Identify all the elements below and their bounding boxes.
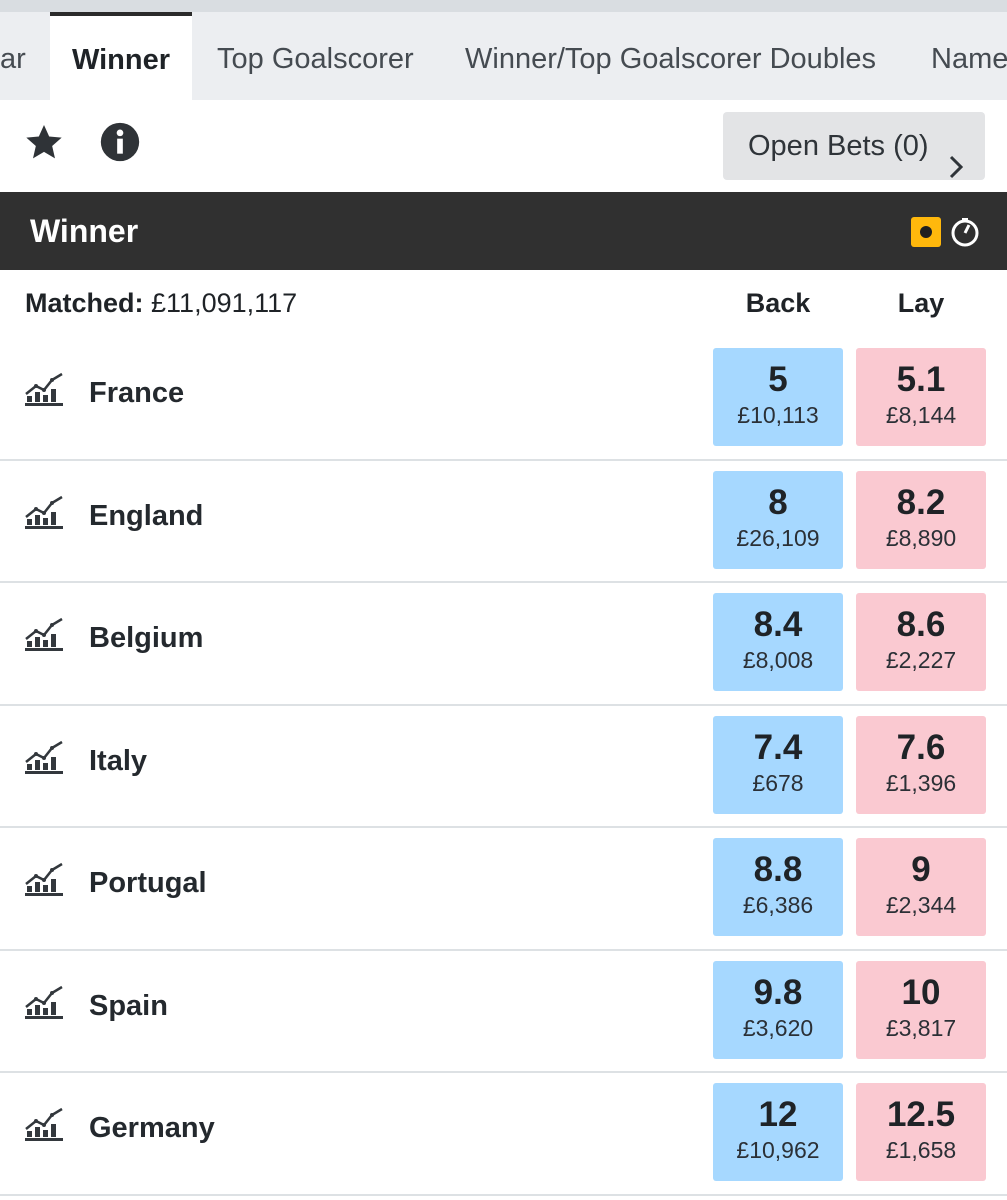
back-stake: £10,962: [736, 1137, 820, 1163]
back-price-button[interactable]: 5 £10,113: [713, 348, 843, 446]
lay-stake: £8,890: [885, 524, 957, 551]
lay-stake: £3,817: [885, 1014, 957, 1041]
lay-stake: £2,344: [885, 892, 957, 918]
runner-row: Germany 12 £10,962 12.5 £1,658: [0, 1073, 1007, 1196]
info-icon[interactable]: [100, 122, 140, 167]
lay-price-button[interactable]: 7.6 £1,396: [856, 715, 986, 814]
back-odds: 8: [768, 482, 788, 522]
lay-price-button[interactable]: 8.2 £8,890: [856, 470, 986, 569]
tab-top-goalscorer[interactable]: Top Goalscorer: [217, 12, 414, 100]
price-chart-icon[interactable]: [24, 985, 64, 1024]
lay-odds: 5.1: [896, 360, 946, 399]
lay-odds: 7.6: [896, 727, 946, 767]
open-bets-label: Open Bets (0): [748, 130, 929, 162]
back-price-button[interactable]: 8.4 £8,008: [713, 593, 843, 691]
runner-name[interactable]: Spain: [89, 951, 168, 1061]
back-stake: £678: [752, 769, 804, 796]
back-odds: 7.4: [753, 727, 803, 767]
runner-name[interactable]: Italy: [89, 706, 147, 816]
price-chart-icon[interactable]: [24, 372, 64, 411]
runner-name[interactable]: England: [89, 461, 203, 571]
price-chart-icon[interactable]: [24, 740, 64, 779]
runner-name[interactable]: Belgium: [89, 583, 203, 693]
timer-icon: [950, 217, 980, 252]
back-odds: 8.4: [753, 605, 803, 644]
back-odds: 5: [768, 360, 788, 399]
matched-label: Matched:: [25, 288, 144, 318]
back-stake: £10,113: [737, 402, 819, 428]
back-column-header: Back: [745, 288, 811, 318]
matched-total: Matched: £11,091,117: [25, 288, 297, 319]
lay-stake: £2,227: [885, 647, 957, 673]
runner-row: Spain 9.8 £3,620 10 £3,817: [0, 951, 1007, 1073]
back-stake: £26,109: [736, 524, 820, 551]
runner-row: England 8 £26,109 8.2 £8,890: [0, 461, 1007, 583]
matched-value: £11,091,117: [151, 288, 298, 318]
back-stake: £3,620: [742, 1014, 814, 1041]
lay-price-button[interactable]: 9 £2,344: [856, 838, 986, 936]
tab-winner[interactable]: Winner: [50, 12, 192, 100]
back-price-button[interactable]: 9.8 £3,620: [713, 960, 843, 1059]
market-toolbar: Open Bets (0): [0, 100, 1007, 192]
price-chart-icon[interactable]: [24, 495, 64, 534]
back-odds: 9.8: [753, 972, 803, 1012]
runner-name[interactable]: Portugal: [89, 828, 207, 938]
lay-odds: 8.6: [896, 605, 946, 644]
back-price-button[interactable]: 12 £10,962: [713, 1083, 843, 1181]
tab-winner-top-goalscorer-doubles[interactable]: Winner/Top Goalscorer Doubles: [465, 12, 876, 100]
back-stake: £8,008: [742, 647, 814, 673]
runner-row: Portugal 8.8 £6,386 9 £2,344: [0, 828, 1007, 951]
back-price-button[interactable]: 8.8 £6,386: [713, 838, 843, 936]
market-tabs: ar Winner Top Goalscorer Winner/Top Goal…: [0, 12, 1007, 100]
runner-list: France 5 £10,113 5.1 £8,144 England 8 £26,109 8.…: [0, 338, 1007, 1196]
lay-odds: 12.5: [886, 1095, 956, 1134]
lay-odds: 10: [901, 972, 941, 1012]
lay-odds: 8.2: [896, 482, 946, 522]
back-price-button[interactable]: 7.4 £678: [713, 715, 843, 814]
runner-name[interactable]: France: [89, 338, 184, 448]
back-odds: 8.8: [753, 850, 803, 889]
star-icon[interactable]: [24, 122, 64, 167]
in-play-icon: [911, 217, 941, 247]
back-price-button[interactable]: 8 £26,109: [713, 470, 843, 569]
open-bets-button[interactable]: Open Bets (0): [723, 112, 985, 180]
lay-stake: £1,658: [885, 1137, 957, 1163]
tab-partial-left[interactable]: ar: [0, 12, 26, 100]
lay-stake: £8,144: [885, 402, 957, 428]
lay-price-button[interactable]: 5.1 £8,144: [856, 348, 986, 446]
runner-row: Belgium 8.4 £8,008 8.6 £2,227: [0, 583, 1007, 706]
back-odds: 12: [758, 1095, 798, 1134]
top-strip: [0, 0, 1007, 12]
market-header: Winner: [0, 192, 1007, 270]
lay-odds: 9: [911, 850, 931, 889]
price-chart-icon[interactable]: [24, 617, 64, 656]
price-chart-icon[interactable]: [24, 862, 64, 901]
lay-price-button[interactable]: 10 £3,817: [856, 960, 986, 1059]
runner-row: Italy 7.4 £678 7.6 £1,396: [0, 706, 1007, 828]
lay-stake: £1,396: [885, 769, 957, 796]
lay-column-header: Lay: [897, 288, 945, 318]
lay-price-button[interactable]: 12.5 £1,658: [856, 1083, 986, 1181]
back-stake: £6,386: [742, 892, 814, 918]
lay-price-button[interactable]: 8.6 £2,227: [856, 593, 986, 691]
price-chart-icon[interactable]: [24, 1107, 64, 1146]
runner-name[interactable]: Germany: [89, 1073, 215, 1183]
runner-row: France 5 £10,113 5.1 £8,144: [0, 338, 1007, 461]
market-title: Winner: [30, 213, 139, 249]
column-headers: Matched: £11,091,117 Back Lay: [0, 270, 1007, 338]
tab-partial-right[interactable]: Name: [931, 12, 1007, 100]
